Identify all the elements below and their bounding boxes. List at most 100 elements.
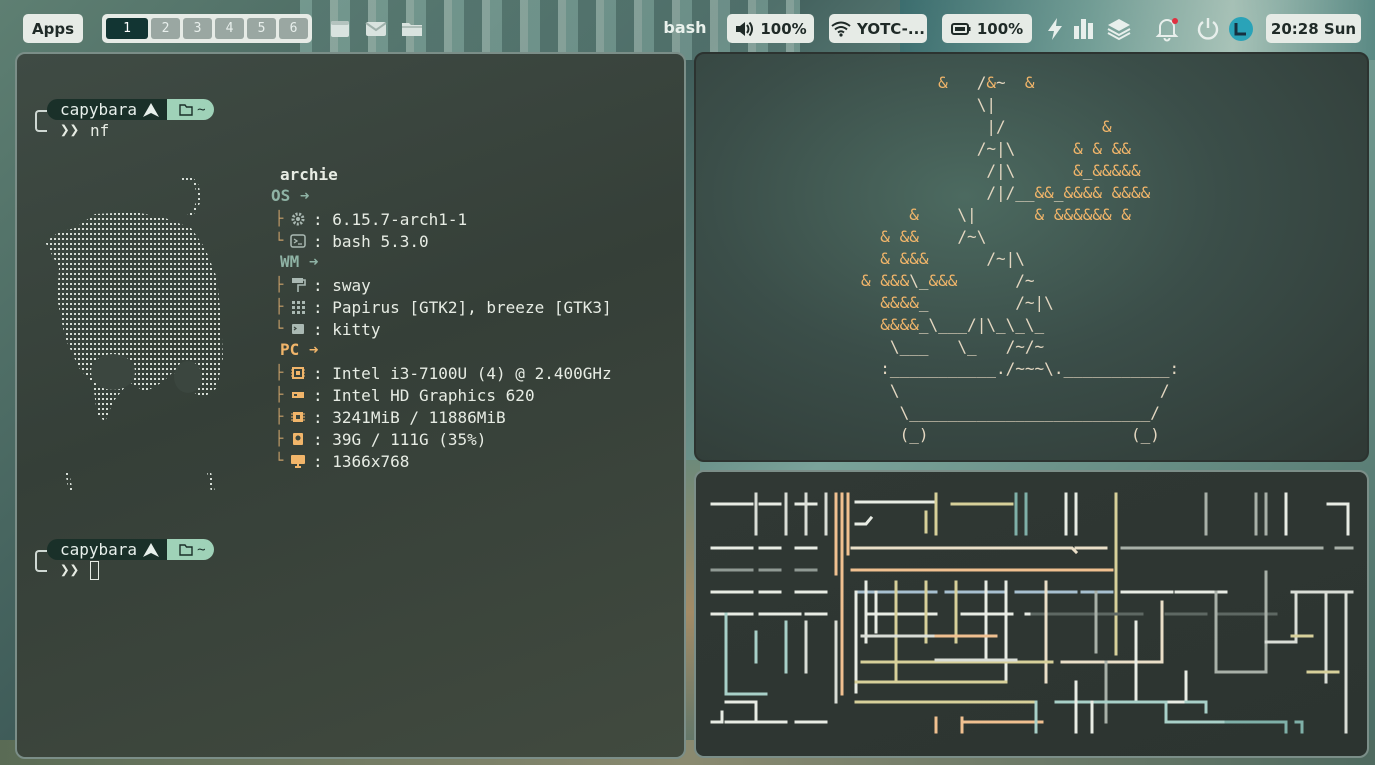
- wifi-indicator[interactable]: YOTC-...: [829, 14, 927, 43]
- workspace-6[interactable]: 6: [279, 18, 308, 39]
- prompt-dir-segment: ~: [167, 539, 214, 560]
- info-row-gpu: ├ : Intel HD Graphics 620: [275, 384, 535, 406]
- pipes-animation: [710, 492, 1354, 734]
- separator: :: [313, 297, 323, 317]
- gpu-icon: [292, 392, 304, 398]
- folder-icon[interactable]: [400, 17, 424, 41]
- prompt-bracket: [35, 110, 47, 132]
- info-row-theme: ├ : Papirus [GTK2], breeze [GTK3]: [275, 296, 612, 318]
- tree-branch: └: [275, 453, 284, 469]
- apps-button[interactable]: Apps: [23, 14, 83, 43]
- gpu-value: Intel HD Graphics 620: [332, 385, 535, 405]
- info-row-terminal: └ : kitty: [275, 318, 380, 340]
- bell-icon[interactable]: [1154, 16, 1180, 42]
- kernel-value: 6.15.7-arch1-1: [332, 209, 468, 229]
- bonsai-line: \ /: [889, 381, 1170, 400]
- arrow-right-icon: ➜: [308, 252, 319, 271]
- workspace-5[interactable]: 5: [247, 18, 276, 39]
- workspace-4[interactable]: 4: [215, 18, 244, 39]
- tree-branch: ├: [275, 387, 284, 403]
- disk-value: 39G / 111G (35%): [332, 429, 487, 449]
- browser-icon[interactable]: [328, 17, 352, 41]
- terminal-value: kitty: [332, 319, 381, 339]
- tree-branch: ├: [275, 299, 284, 315]
- info-row-wm: ├ : sway: [275, 274, 371, 296]
- layers-icon[interactable]: [1106, 16, 1132, 42]
- wifi-ssid: YOTC-...: [857, 19, 925, 38]
- separator: :: [313, 319, 323, 339]
- speaker-icon: [736, 21, 754, 36]
- folder-icon: [179, 543, 193, 556]
- battery-icon: [950, 22, 971, 35]
- clock[interactable]: 20:28 Sun: [1266, 14, 1361, 43]
- prompt-dir: ~: [197, 541, 206, 558]
- display-value: 1366x768: [332, 451, 410, 471]
- section-wm-label: WM: [280, 252, 300, 271]
- bonsai-line: \___ \_ /~/~: [889, 337, 1045, 356]
- monitor-icon: [291, 455, 305, 468]
- memory-value: 3241MiB / 11886MiB: [332, 407, 506, 427]
- volume-level: 100%: [760, 19, 807, 38]
- volume-indicator[interactable]: 100%: [727, 14, 814, 43]
- mail-icon[interactable]: [364, 17, 388, 41]
- bonsai-window[interactable]: & /&~ & \| |/ & /~|\ & & && /|\ &_&&&&& …: [694, 52, 1369, 462]
- separator: :: [313, 451, 323, 471]
- pipes-window[interactable]: [694, 470, 1369, 758]
- separator: :: [313, 275, 323, 295]
- bonsai-line: &&&&_ /~|\: [880, 293, 1054, 312]
- cpu-value: Intel i3-7100U (4) @ 2.400GHz: [332, 363, 612, 383]
- prompt-user: capybara: [60, 540, 138, 559]
- theme-value: Papirus [GTK2], breeze [GTK3]: [332, 297, 612, 317]
- bonsai-line: /~|\ & & &&: [976, 139, 1131, 158]
- bolt-icon[interactable]: [1042, 16, 1068, 42]
- separator: :: [313, 363, 323, 383]
- bonsai-line: :___________./~~~\.___________:: [880, 359, 1180, 378]
- workspace-1[interactable]: 1: [106, 18, 148, 39]
- bonsai-line: |/ &: [986, 117, 1112, 136]
- power-icon[interactable]: [1195, 16, 1221, 42]
- bars-icon[interactable]: [1070, 16, 1096, 42]
- terminal-icon: [290, 234, 306, 248]
- workspace-3[interactable]: 3: [183, 18, 212, 39]
- memory-icon: [291, 412, 305, 422]
- text-cursor[interactable]: [90, 561, 99, 580]
- disk-icon: [293, 433, 303, 445]
- prompt-chevron: ❯❯: [60, 120, 80, 139]
- prompt-user-segment: capybara: [47, 99, 168, 120]
- prompt-user: capybara: [60, 100, 138, 119]
- cpu-icon: [291, 367, 305, 379]
- wifi-icon: [831, 21, 851, 37]
- prompt-bracket: [35, 550, 47, 572]
- arch-logo-icon: [143, 542, 160, 557]
- info-row-display: └ : 1366x768: [275, 450, 409, 472]
- section-pc-label: PC: [280, 340, 300, 359]
- cat-ascii-art: [45, 176, 223, 493]
- bonsai-line: /|/__&&_&&&& &&&&: [986, 183, 1151, 202]
- section-os-label: OS: [271, 186, 291, 205]
- info-row-kernel: ├ : 6.15.7-arch1-1: [275, 208, 467, 230]
- tree-branch: ├: [275, 211, 284, 227]
- bonsai-line: & &&&\_&&& /~: [861, 271, 1035, 290]
- bonsai-line: \_________________________/: [899, 403, 1160, 422]
- bonsai-ascii-art: & /&~ & \| |/ & /~|\ & & && /|\ &_&&&&& …: [861, 72, 1179, 446]
- terminal-window[interactable]: capybara ~ ❯❯ nf archie OS ➜ ├ : 6.15.7-…: [15, 52, 686, 759]
- folder-icon: [179, 103, 193, 116]
- info-row-cpu: ├ : Intel i3-7100U (4) @ 2.400GHz: [275, 362, 612, 384]
- focused-window-title: bash: [663, 18, 707, 37]
- hostname: archie: [280, 165, 338, 184]
- battery-indicator[interactable]: 100%: [942, 14, 1032, 43]
- tree-branch: ├: [275, 277, 284, 293]
- arch-logo-icon: [143, 102, 160, 117]
- paint-roller-icon: [292, 278, 306, 292]
- avatar[interactable]: [1228, 16, 1254, 42]
- bonsai-line: & \| & &&&&&& &: [909, 205, 1131, 224]
- separator: :: [313, 231, 323, 251]
- workspace-2[interactable]: 2: [151, 18, 180, 39]
- command-text: nf: [90, 121, 110, 140]
- prompt-chevron: ❯❯: [60, 560, 80, 579]
- section-os: OS ➜: [271, 186, 310, 205]
- separator: :: [313, 209, 323, 229]
- section-pc: PC ➜: [280, 340, 319, 359]
- prompt-bar: capybara ~: [47, 539, 214, 560]
- section-wm: WM ➜: [280, 252, 319, 271]
